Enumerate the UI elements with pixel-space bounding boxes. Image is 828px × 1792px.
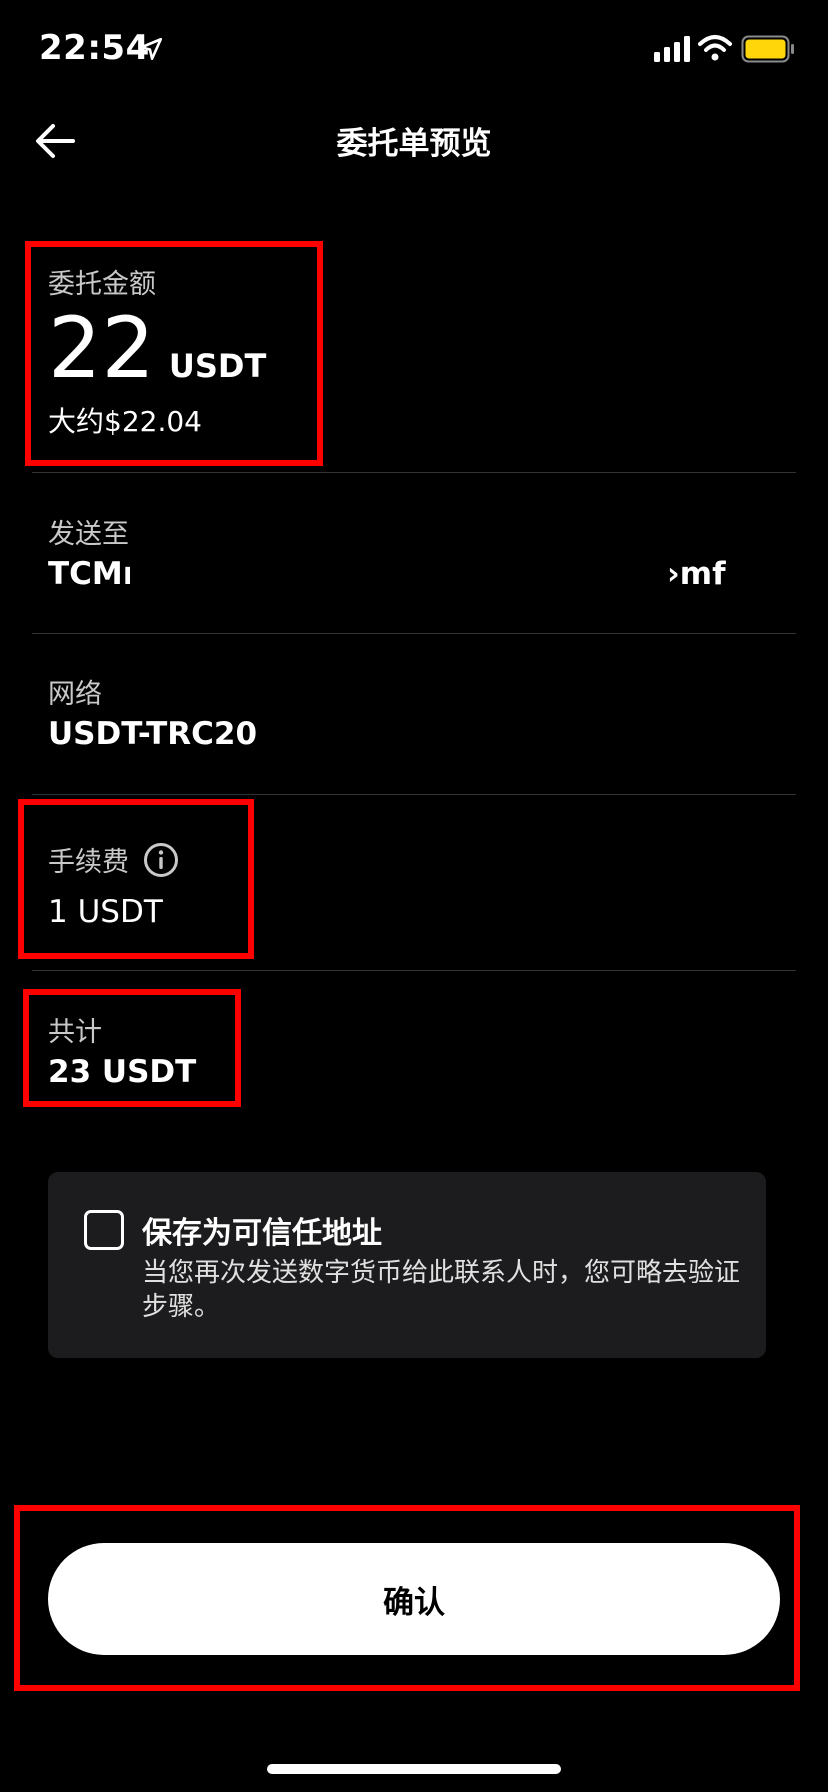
divider	[32, 633, 796, 634]
send-to-address-start: TCMr	[48, 556, 139, 592]
order-preview-screen: 22:54 委托单预览 委托金额 22 USDT 大约$22.04 发送至 TC…	[0, 0, 828, 1792]
divider	[32, 970, 796, 971]
trusted-address-description: 当您再次发送数字货币给此联系人时，您可略去验证步骤。	[142, 1258, 741, 1322]
status-time: 22:54	[39, 28, 150, 68]
network-value: USDT-TRC20	[48, 716, 258, 752]
page-title: 委托单预览	[336, 126, 492, 162]
send-to-address-end: ›mf	[667, 556, 726, 592]
fee-highlight-box	[18, 799, 254, 959]
cellular-signal-icon	[654, 36, 690, 62]
status-bar: 22:54	[0, 0, 828, 100]
trusted-address-checkbox[interactable]	[84, 1210, 124, 1250]
battery-icon	[741, 35, 794, 63]
amount-highlight-box	[25, 241, 323, 466]
trusted-address-card[interactable]: 保存为可信任地址 当您再次发送数字货币给此联系人时，您可略去验证步骤。	[48, 1172, 766, 1358]
confirm-highlight-box	[14, 1505, 800, 1691]
wifi-icon	[698, 35, 732, 61]
network-label: 网络	[48, 679, 102, 710]
divider	[32, 794, 796, 795]
home-indicator	[267, 1764, 561, 1774]
address-redaction	[130, 556, 670, 596]
location-arrow-icon	[139, 37, 163, 61]
trusted-address-title: 保存为可信任地址	[142, 1216, 382, 1251]
total-highlight-box	[23, 989, 241, 1107]
send-to-label: 发送至	[48, 519, 129, 550]
divider	[32, 472, 796, 473]
